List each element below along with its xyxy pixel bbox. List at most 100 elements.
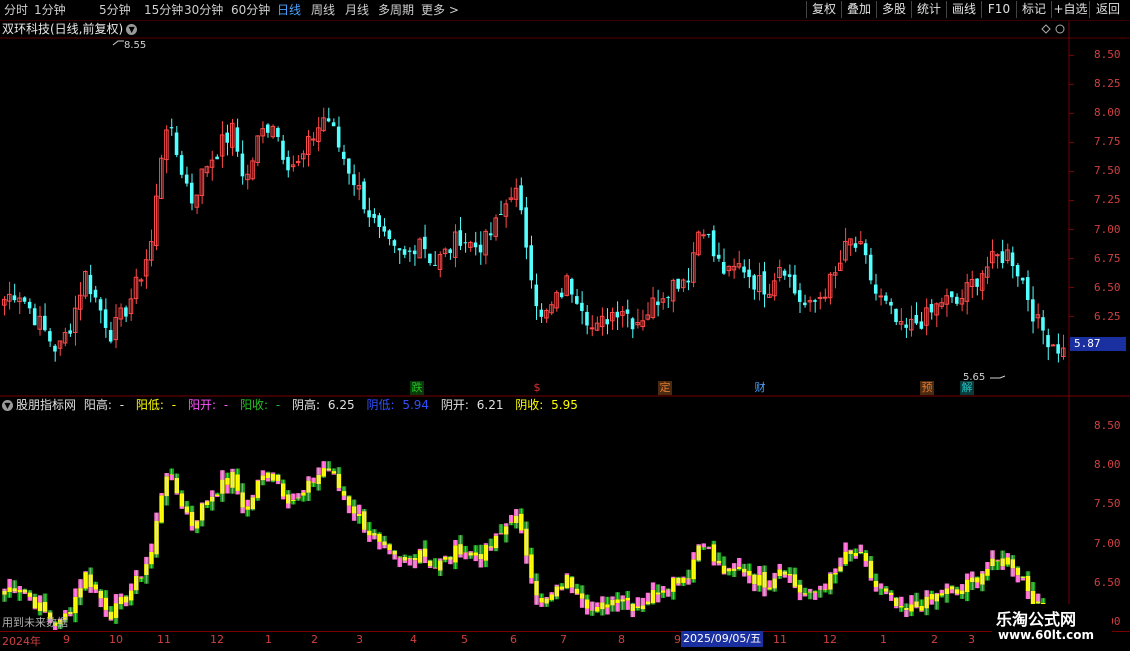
indicator-bar — [498, 533, 504, 535]
candle-body — [625, 309, 630, 314]
options-circle-icon — [1055, 24, 1065, 34]
candle-body — [473, 242, 478, 248]
candle-body — [352, 174, 356, 186]
candle-body — [281, 140, 285, 160]
candle-body — [184, 174, 189, 184]
ind-yang-high-label: 阳高: — [83, 398, 112, 412]
price-tick-label: 7.25 — [1094, 193, 1121, 207]
candle-body — [605, 319, 609, 325]
ind-yang-low: 阳低: - — [136, 398, 180, 412]
event-marker-drop[interactable]: 跌 — [410, 381, 424, 395]
ind-yin-low-label: 阴低: — [366, 398, 395, 412]
event-marker-placement[interactable]: 定 — [658, 381, 672, 395]
candle-body — [397, 248, 402, 251]
indicator-title: ▼ 股朋指标网 阳高: - 阳低: - 阳开: - 阳收: - 阴高: 6.25 … — [2, 398, 586, 413]
candle-body — [458, 230, 463, 246]
candle-body — [914, 314, 919, 324]
candle-body — [706, 233, 711, 235]
candle-body — [884, 295, 888, 301]
candle-body — [813, 300, 817, 302]
date-tick-label: 1 — [265, 633, 272, 646]
event-marker-placement-text: 定 — [659, 381, 671, 394]
candle-body — [711, 230, 716, 257]
candle-body — [98, 299, 103, 311]
indicator-bar — [215, 496, 220, 498]
ind-yin-close-value: 5.95 — [551, 398, 578, 412]
event-marker-drop-text: 跌 — [411, 381, 423, 394]
price-tick-label: 6.75 — [1094, 251, 1121, 265]
event-marker-forecast[interactable]: 预 — [920, 381, 934, 395]
ind-yang-close-value: - — [275, 398, 281, 412]
indicator-tick-label: 8.00 — [1094, 458, 1121, 472]
candle-body — [615, 311, 620, 318]
kline-chart[interactable] — [0, 0, 1130, 650]
candle-body — [326, 118, 331, 122]
candle-body — [817, 296, 823, 299]
price-tick-label: 7.75 — [1094, 135, 1121, 149]
event-marker-unlock-text: 解 — [961, 381, 973, 394]
candle-body — [792, 274, 797, 294]
candle-body — [803, 302, 807, 306]
high-marker-line — [112, 40, 124, 46]
candle-body — [189, 182, 194, 204]
date-tick-label: 2 — [931, 633, 938, 646]
candle-body — [1000, 251, 1005, 264]
indicator-bar — [432, 567, 438, 569]
candle-body — [240, 153, 245, 177]
price-tick-label: 6.50 — [1094, 280, 1121, 294]
candle-body — [701, 234, 706, 237]
candle-body — [124, 307, 128, 317]
candle-body — [93, 289, 98, 298]
ind-yang-open-value: - — [223, 398, 229, 412]
candle-body — [88, 274, 93, 295]
candle-body — [676, 278, 680, 289]
ind-yang-high-value: - — [119, 398, 125, 412]
candle-body — [225, 132, 229, 143]
candle-body — [1020, 277, 1025, 281]
candle-body — [286, 156, 290, 171]
candle-body — [742, 266, 746, 273]
chevron-down-icon[interactable]: ▼ — [126, 24, 138, 35]
candle-body — [539, 309, 544, 317]
indicator-tick-label: 7.50 — [1094, 497, 1121, 511]
candle-body — [412, 250, 417, 255]
candle-body — [873, 284, 878, 294]
candle-body — [929, 304, 934, 313]
low-marker-line — [990, 375, 1006, 379]
candle-body — [174, 132, 179, 155]
future-data-note: 用到未来数据 — [2, 616, 68, 629]
candle-body — [179, 155, 184, 175]
date-tick-label: 1 — [880, 633, 887, 646]
candle-body — [1031, 299, 1035, 322]
indicator-menu-icon[interactable]: ▼ — [2, 400, 13, 411]
candle-body — [975, 278, 979, 287]
event-marker-dividend[interactable]: $ — [530, 381, 544, 395]
ind-yin-open-label: 阴开: — [440, 398, 469, 412]
date-tick-label: 2 — [311, 633, 318, 646]
candle-body — [853, 243, 858, 248]
candle-body — [686, 280, 691, 283]
ind-yin-open-value: 6.21 — [476, 398, 504, 412]
event-marker-unlock[interactable]: 解 — [960, 381, 974, 395]
diamond-icon — [1041, 24, 1051, 34]
candle-body — [1056, 344, 1060, 354]
date-tick-label: 2024年 — [2, 635, 41, 648]
candle-body — [367, 210, 371, 218]
current-price-tag: 5.87 — [1070, 337, 1126, 351]
candle-body — [1046, 335, 1050, 348]
event-marker-forecast-text: 预 — [921, 381, 933, 394]
ind-yin-low: 阴低: 5.94 — [366, 398, 433, 412]
candle-body — [407, 250, 412, 252]
event-marker-financial[interactable]: 财 — [753, 381, 767, 395]
candle-body — [27, 301, 32, 309]
date-tick-label: 11 — [773, 633, 787, 646]
candle-body — [341, 151, 346, 159]
candle-body — [747, 269, 751, 278]
candle-body — [894, 308, 898, 323]
date-tick-label: 4 — [410, 633, 417, 646]
indicator-bar — [417, 562, 423, 564]
candle-body — [955, 296, 959, 304]
candle-body — [575, 296, 579, 304]
stock-name-period: 双环科技(日线,前复权) — [2, 22, 124, 36]
candle-body — [1010, 252, 1015, 267]
